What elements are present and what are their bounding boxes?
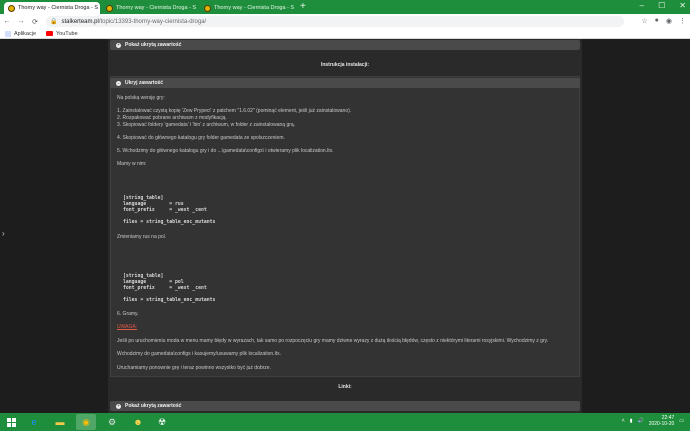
show-hidden-content-bottom[interactable]: + Pokaż ukrytą zawartość xyxy=(110,401,580,411)
stalker-favicon-icon xyxy=(204,4,211,12)
bookmarks-bar: Aplikacje YouTube xyxy=(0,29,690,39)
reload-icon[interactable]: ⟳ xyxy=(28,18,42,26)
back-icon[interactable]: ← xyxy=(0,18,14,25)
tab-label: Thorny way - Ciernista Droga - S xyxy=(214,5,295,11)
minus-icon: – xyxy=(116,80,121,86)
apps-grid-icon xyxy=(5,30,11,37)
bookmark-star-icon[interactable]: ☆ xyxy=(641,17,647,25)
internet-explorer-icon[interactable]: e xyxy=(24,414,44,430)
code-block-changed: [string_table] language = pol font_prefix … xyxy=(123,274,216,303)
browser-tab-strip: Thorny way - Ciernista Droga - S × Thorn… xyxy=(0,0,690,14)
tab-thorny-way-3[interactable]: Thorny way - Ciernista Droga - S × xyxy=(200,2,296,14)
browser-toolbar: ← → ⟳ 🔒 stalkerteam.pl/topic/13393-thorn… xyxy=(0,14,690,29)
new-tab-button[interactable]: + xyxy=(300,1,306,13)
post-content: + Pokaż ukrytą zawartość Instrukcja inst… xyxy=(108,39,582,413)
game-launcher-icon[interactable]: ☻ xyxy=(128,414,148,430)
tray-arrow-icon[interactable]: ˄ xyxy=(622,418,625,424)
start-button[interactable] xyxy=(0,413,22,431)
close-tab-icon[interactable]: × xyxy=(294,5,296,11)
step-5: 5. Wchodzimy do głównego katalogu gry i … xyxy=(117,148,334,154)
window-controls: – ☐ ✕ xyxy=(640,1,686,10)
step-4: 4. Skopiować do głównego katalogu gry fo… xyxy=(117,135,285,141)
youtube-icon xyxy=(46,31,54,36)
stalker-favicon-icon xyxy=(106,4,113,12)
hide-content-header[interactable]: – Ukryj zawartość xyxy=(110,78,580,88)
close-window-icon[interactable]: ✕ xyxy=(679,1,686,10)
plus-icon: + xyxy=(116,42,121,48)
volume-icon[interactable]: 🔊 xyxy=(637,418,643,424)
windows-taskbar: e ▬ ◉ ⚙ ☻ ☢ ˄ ▮ 🔊 22:47 2020-10-20 ▭ xyxy=(0,413,690,431)
warning-text: Jeśli po uruchomieniu moda w menu mamy b… xyxy=(117,338,549,344)
show-hidden-content-top[interactable]: + Pokaż ukrytą zawartość xyxy=(110,40,580,50)
links-title: Linki: xyxy=(338,384,352,390)
chevron-right-icon[interactable]: › xyxy=(2,229,5,238)
fix-step-2: Uruchamiamy ponownie grę i teraz powinno… xyxy=(117,365,271,371)
steam-icon[interactable]: ⚙ xyxy=(102,414,122,430)
extension-icon[interactable]: ● xyxy=(655,17,659,25)
maximize-icon[interactable]: ☐ xyxy=(658,1,665,10)
lock-icon[interactable]: 🔒 xyxy=(50,18,57,25)
tab-thorny-way-2[interactable]: Thorny way - Ciernista Droga - S × xyxy=(102,2,198,14)
fix-step-1: Wchodzimy do gamedata\configs i kasujemy… xyxy=(117,351,281,357)
stalker-radiation-icon[interactable]: ☢ xyxy=(152,414,172,430)
change-text: Zmieniamy rus na pol. xyxy=(117,234,167,240)
have-it-text: Mamy w nim: xyxy=(117,161,147,167)
intro-text: Na polską wersję gry: xyxy=(117,95,165,101)
close-tab-icon[interactable]: × xyxy=(98,5,100,11)
url-host: stalkerteam.pl xyxy=(61,18,99,25)
step-2: 2. Rozpakować pobrane archiwum z modyfik… xyxy=(117,115,227,121)
bookmark-youtube[interactable]: YouTube xyxy=(46,31,78,37)
close-tab-icon[interactable]: × xyxy=(196,5,198,11)
url-path: /topic/13393-thorny-way-ciernista-droga/ xyxy=(98,18,207,25)
chrome-icon[interactable]: ◉ xyxy=(76,414,96,430)
menu-icon[interactable]: ⋮ xyxy=(679,17,686,25)
tab-thorny-way-1[interactable]: Thorny way - Ciernista Droga - S × xyxy=(4,2,100,14)
step-3: 3. Skopiować foldery 'gamedata' i 'bin' … xyxy=(117,122,296,128)
file-explorer-icon[interactable]: ▬ xyxy=(50,414,70,430)
stalker-favicon-icon xyxy=(8,4,15,12)
windows-logo-icon xyxy=(6,417,16,427)
forward-icon[interactable]: → xyxy=(14,18,28,25)
install-title: Instrukcja instalacji: xyxy=(320,62,370,68)
code-block-original: [string_table] language = rus font_prefix … xyxy=(123,196,216,225)
tab-label: Thorny way - Ciernista Droga - S xyxy=(116,5,197,11)
bookmark-apps[interactable]: Aplikacje xyxy=(5,30,36,37)
plus-icon: + xyxy=(116,403,121,409)
profile-avatar-icon[interactable]: ◉ xyxy=(666,17,672,25)
notifications-icon[interactable]: ▭ xyxy=(679,418,684,424)
system-tray: ˄ ▮ 🔊 22:47 2020-10-20 ▭ xyxy=(622,415,684,427)
clock[interactable]: 22:47 2020-10-20 xyxy=(649,415,675,427)
step-1: 1. Zainstalować czystą kopię 'Zew Prypec… xyxy=(117,108,352,114)
warning-label: UWAGA: xyxy=(117,324,138,330)
network-icon[interactable]: ▮ xyxy=(630,418,633,424)
page-viewport: › + Pokaż ukrytą zawartość Instrukcja in… xyxy=(0,39,690,413)
tab-label: Thorny way - Ciernista Droga - S xyxy=(18,5,99,11)
minimize-icon[interactable]: – xyxy=(640,1,644,10)
address-bar[interactable]: 🔒 stalkerteam.pl/topic/13393-thorny-way-… xyxy=(46,16,624,27)
step-6: 6. Gramy. xyxy=(117,311,139,317)
spoiler-body: Na polską wersję gry: 1. Zainstalować cz… xyxy=(110,76,580,377)
